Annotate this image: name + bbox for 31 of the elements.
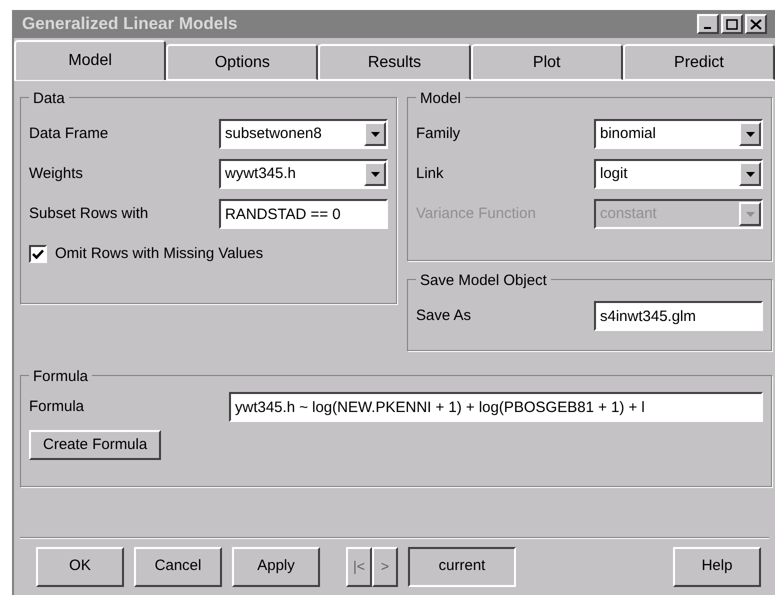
checkbox-label: Omit Rows with Missing Values: [55, 244, 264, 264]
create-formula-button[interactable]: Create Formula: [29, 430, 162, 460]
text-field[interactable]: RANDSTAD == 0: [219, 199, 388, 229]
dialog-button[interactable]: OK: [36, 546, 124, 586]
field-label: Family: [416, 124, 462, 144]
minimize-icon[interactable]: [697, 14, 719, 34]
field-label: Formula: [29, 396, 86, 417]
tab[interactable]: Options: [166, 44, 318, 80]
dropdown[interactable]: wywt345.h: [219, 159, 388, 189]
text-field[interactable]: s4inwt345.glm: [594, 301, 763, 331]
tab[interactable]: Model: [14, 40, 166, 80]
close-icon[interactable]: [745, 14, 767, 34]
dialog-button[interactable]: Cancel: [134, 546, 222, 586]
field-label: Link: [416, 164, 445, 184]
tab[interactable]: Results: [318, 44, 471, 80]
dialog-button[interactable]: Help: [673, 546, 761, 586]
maximize-icon[interactable]: [721, 14, 743, 34]
dropdown[interactable]: logit: [594, 159, 763, 189]
dialog-button[interactable]: Apply: [232, 546, 320, 586]
formula-field[interactable]: ywt345.h ~ log(NEW.PKENNI + 1) + log(PBOSGEB81 + 1) + l: [229, 392, 763, 422]
window-title: Generalized Linear Models: [22, 13, 238, 36]
field-label: Weights: [29, 164, 84, 184]
field-label: Save As: [416, 306, 472, 326]
tab[interactable]: Plot: [470, 44, 623, 80]
record-field[interactable]: current: [408, 546, 516, 586]
field-label: Subset Rows with: [29, 204, 150, 224]
dropdown[interactable]: binomial: [594, 119, 763, 149]
dropdown[interactable]: subsetwonen8: [219, 119, 388, 149]
tab[interactable]: Predict: [622, 44, 775, 80]
field-label: Data Frame: [29, 124, 110, 144]
checkbox[interactable]: [29, 245, 47, 263]
